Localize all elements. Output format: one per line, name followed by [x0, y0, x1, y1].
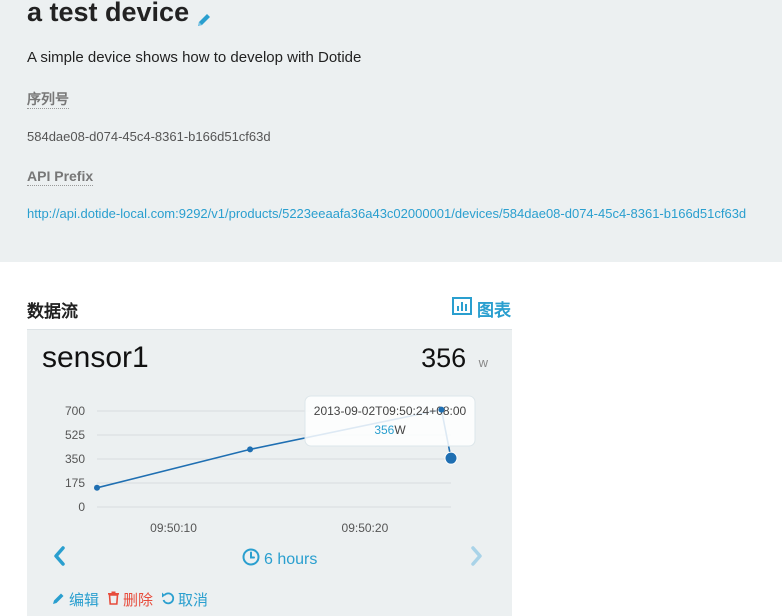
- data-point: [94, 484, 100, 491]
- serial-label: 序列号: [27, 91, 69, 109]
- delete-label: 删除: [123, 592, 154, 609]
- x-tick-label: 09:50:20: [342, 521, 389, 535]
- y-tick-label: 0: [78, 500, 85, 514]
- pencil-icon[interactable]: [195, 2, 213, 26]
- edit-label: 编辑: [69, 592, 100, 609]
- trash-icon: [107, 591, 120, 609]
- undo-icon: [161, 591, 175, 609]
- pencil-icon: [52, 591, 66, 609]
- cancel-label: 取消: [178, 592, 209, 609]
- data-point: [438, 406, 445, 413]
- delete-button[interactable]: 删除: [107, 589, 153, 610]
- device-title-text: a test device: [27, 0, 190, 27]
- chart-view-label: 图表: [477, 301, 511, 320]
- chevron-right-icon: [471, 546, 482, 566]
- bar-chart-icon: [452, 297, 472, 320]
- cancel-button[interactable]: 取消: [161, 589, 208, 610]
- x-tick-label: 09:50:10: [150, 521, 197, 535]
- data-point: [444, 451, 458, 465]
- device-description: A simple device shows how to develop wit…: [27, 49, 362, 66]
- device-info-panel: a test device A simple device shows how …: [0, 0, 782, 262]
- next-range-button[interactable]: [469, 544, 485, 568]
- serial-value: 584dae08-d074-45c4-8361-b166d51cf63d: [27, 129, 271, 144]
- y-tick-label: 175: [65, 476, 85, 490]
- chart-view-button[interactable]: 图表: [452, 296, 511, 321]
- previous-range-button[interactable]: [51, 544, 67, 568]
- api-prefix-link[interactable]: http://api.dotide-local.com:9292/v1/prod…: [27, 206, 746, 221]
- tooltip-value: 356W: [374, 423, 406, 437]
- datastreams-heading: 数据流: [27, 302, 78, 321]
- chevron-left-icon: [54, 546, 65, 566]
- data-point: [247, 446, 254, 453]
- chart-tooltip: 2013-09-02T09:50:24+08:00356W: [304, 395, 476, 447]
- sensor-card: sensor1 356 w 0 175 350 525 700 09:50:10 09:50…: [27, 329, 512, 616]
- time-range-label: 6 hours: [264, 550, 318, 568]
- time-range-selector[interactable]: 6 hours: [242, 548, 317, 571]
- api-prefix-label: API Prefix: [27, 168, 94, 186]
- y-tick-label: 350: [65, 452, 85, 466]
- y-tick-label: 700: [65, 404, 85, 418]
- y-tick-label: 525: [65, 428, 85, 442]
- device-title: a test device: [27, 0, 213, 30]
- sensor-line-chart[interactable]: 0 175 350 525 700 09:50:10 09:50:20 2013-09-02T…: [27, 330, 512, 540]
- clock-icon: [242, 548, 260, 571]
- sensor-actions: 编辑 删除 取消: [52, 589, 208, 610]
- edit-button[interactable]: 编辑: [52, 589, 99, 610]
